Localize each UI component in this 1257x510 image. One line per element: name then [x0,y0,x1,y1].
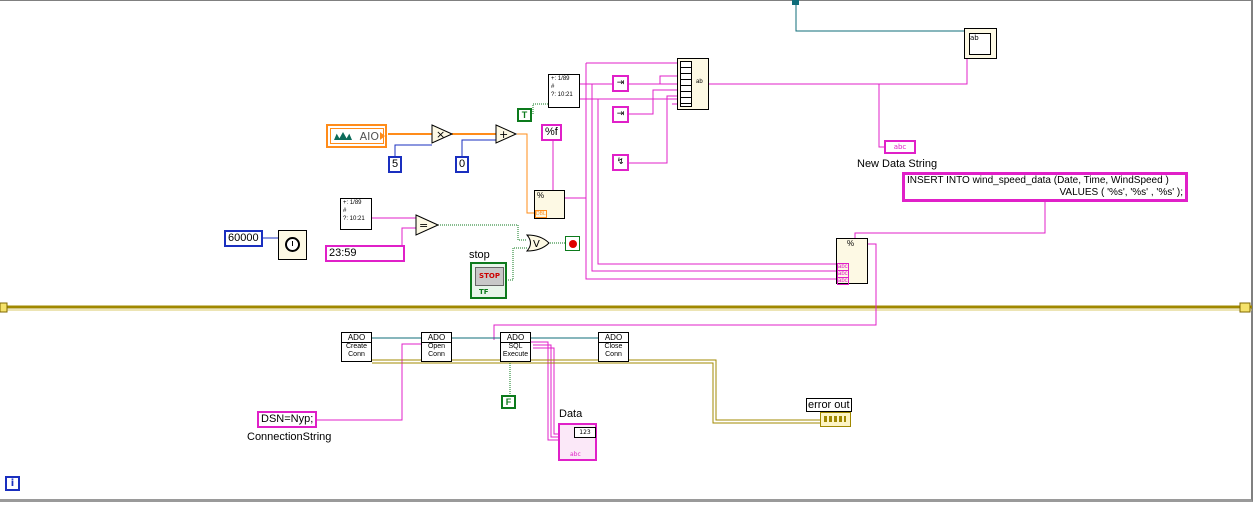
stop-button-face: STOP [475,267,504,286]
array-indicator-icon[interactable]: 123 abc [558,423,597,461]
false-constant[interactable]: F [501,395,516,409]
data-abc-tag: abc [570,451,581,458]
equal-node[interactable]: = [415,214,439,236]
sql-line-1: INSERT INTO wind_speed_data (Date, Time,… [907,175,1169,186]
format-string-node[interactable]: % DBL [534,190,565,219]
ado-open-conn-node[interactable]: ADO Open Conn [421,332,452,362]
sql-line-2: VALUES ( '%s', '%s' , '%s' ); [1059,187,1183,198]
iteration-terminal: i [5,476,20,491]
aio-device-control[interactable]: AIO [326,124,387,148]
data-num-tag: 123 [574,427,596,438]
iteration-glyph: i [10,478,15,489]
dsn-constant[interactable]: DSN=Nyp; [257,411,318,428]
file-write-icon[interactable]: ab [964,28,997,59]
ado-sql-execute-node[interactable]: ADO SQL Execute [500,332,531,362]
dbl-tag: DBL [535,210,547,218]
new-data-string-label: New Data String [857,158,938,170]
new-data-string-indicator[interactable]: abc [884,140,916,154]
ref-wire-top[interactable] [795,2,965,32]
stop-button-control[interactable]: STOP TF [470,262,507,299]
convert-node-3[interactable]: ↯ [612,154,629,171]
wait-ms-constant[interactable]: 60000 [224,230,263,247]
ref-tunnel[interactable] [792,0,799,5]
unbundle-node[interactable]: ab [677,58,709,110]
connection-string-label: ConnectionString [247,431,332,443]
new-data-string-glyph: abc [893,143,907,151]
wait-clock-icon [285,237,300,252]
time-glyph-1: 10:21 [557,92,573,98]
date-glyph-2: 1/89 [349,200,362,206]
get-date-time-node-2[interactable]: +: 1/89 #?: 10:21 [340,198,372,230]
sql-template-constant[interactable]: INSERT INTO wind_speed_data (Date, Time,… [902,172,1188,202]
data-label: Data [559,408,583,420]
stop-tf-tag: TF [479,288,489,296]
or-node[interactable]: V [526,234,550,252]
aio-device-icon [334,132,352,140]
get-date-time-node-1[interactable]: +: 1/89 #?: 10:21 [548,74,580,108]
equal-glyph: = [419,219,428,232]
or-glyph: V [533,239,540,250]
stop-label: stop [469,249,490,261]
time-compare-constant[interactable]: 23:59 [325,245,405,262]
multiplier-constant[interactable]: 5 [388,156,403,173]
wait-ms-node[interactable] [278,230,307,260]
convert-node-2[interactable]: ⇥ [612,106,629,123]
time-glyph-2: 10:21 [349,216,365,222]
true-constant[interactable]: T [517,108,532,122]
fmt-pct-glyph: % [537,191,545,200]
error-out-label: error out [806,398,852,412]
add-node[interactable]: + [495,124,517,144]
stop-circle-icon[interactable] [565,236,580,251]
ado-close-conn-node[interactable]: ADO Close Conn [598,332,629,362]
error-cluster-icon[interactable] [820,412,851,427]
ado-create-conn-node[interactable]: ADO Create Conn [341,332,372,362]
convert-node-1[interactable]: ⇥ [612,75,629,92]
shift-register-left[interactable] [0,302,8,313]
sql-format-node[interactable]: % abc abc abc [836,238,868,285]
multiply-glyph: × [436,128,445,141]
aio-label: AIO [359,130,379,143]
shift-register-right[interactable] [1239,302,1251,313]
multiply-node[interactable]: × [431,124,453,144]
format-float-constant[interactable]: %f [541,124,562,141]
date-glyph-1: 1/89 [557,76,570,82]
add-glyph: + [499,128,508,141]
offset-constant[interactable]: 0 [455,156,470,173]
